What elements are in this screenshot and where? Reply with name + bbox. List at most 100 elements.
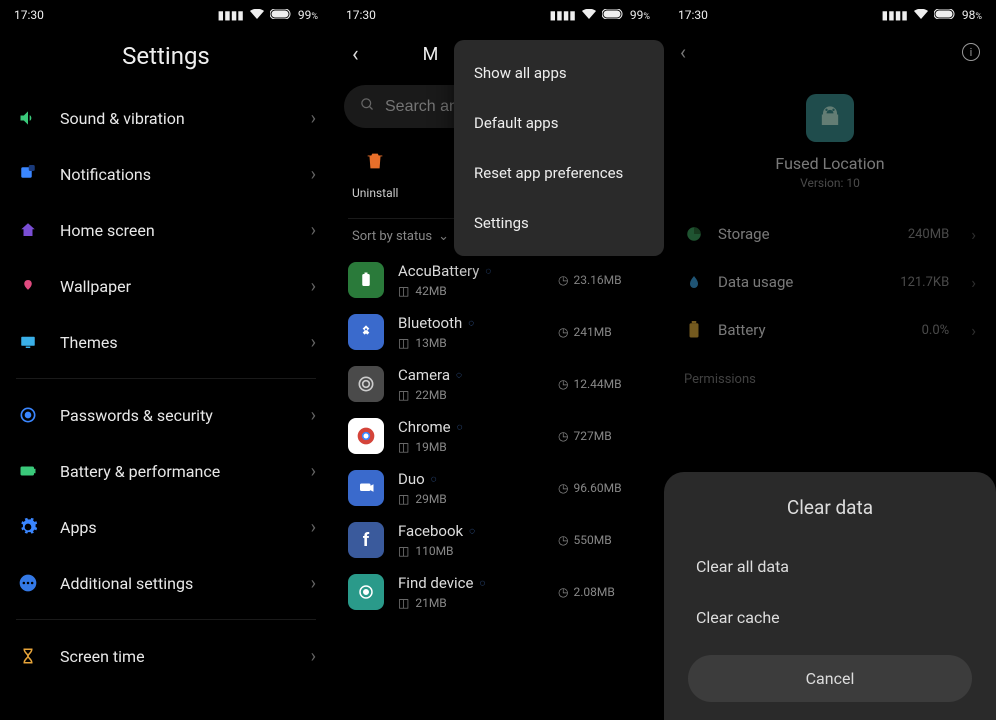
- chevron-right-icon: ›: [311, 220, 316, 241]
- status-bar: 17:30 ▮▮▮▮ 98%: [664, 0, 996, 30]
- app-row[interactable]: Find device ◌ ◫ 21MB ◷ 2.08MB: [332, 566, 664, 618]
- menu-reset-prefs[interactable]: Reset app preferences: [454, 148, 664, 198]
- app-storage: 22MB: [415, 388, 446, 402]
- search-icon: [360, 97, 375, 116]
- clear-data-sheet: Clear data Clear all data Clear cache Ca…: [664, 472, 996, 720]
- app-time: 727MB: [573, 429, 611, 443]
- settings-item-home[interactable]: Home screen ›: [0, 202, 332, 258]
- settings-item-label: Additional settings: [60, 574, 311, 593]
- settings-item-wallpaper[interactable]: Wallpaper ›: [0, 258, 332, 314]
- home-icon: [16, 218, 40, 242]
- clear-cache-button[interactable]: Clear cache: [688, 592, 972, 643]
- app-icon: [348, 262, 384, 298]
- clock-icon: ◷: [558, 325, 568, 339]
- app-time: 550MB: [573, 533, 611, 547]
- clock: 17:30: [14, 8, 44, 22]
- settings-item-themes[interactable]: Themes ›: [0, 314, 332, 370]
- clock-icon: ◷: [558, 481, 568, 495]
- settings-item-label: Passwords & security: [60, 406, 311, 425]
- storage-icon: ◫: [398, 336, 409, 350]
- divider: [16, 378, 316, 379]
- clock-icon: ◷: [558, 273, 568, 287]
- menu-settings[interactable]: Settings: [454, 198, 664, 248]
- notification-icon: [16, 162, 40, 186]
- settings-item-apps[interactable]: Apps ›: [0, 499, 332, 555]
- clock-icon: ◷: [558, 533, 568, 547]
- hourglass-icon: [16, 644, 40, 668]
- loading-icon: ◌: [479, 578, 485, 589]
- chevron-right-icon: ›: [311, 164, 316, 185]
- app-time: 241MB: [573, 325, 611, 339]
- app-time: 96.60MB: [573, 481, 621, 495]
- storage-icon: ◫: [398, 596, 409, 610]
- battery-small-icon: [684, 320, 704, 340]
- app-list: AccuBattery ◌ ◫ 42MB ◷ 23.16MB Bluetooth: [332, 254, 664, 618]
- menu-default-apps[interactable]: Default apps: [454, 98, 664, 148]
- app-row[interactable]: AccuBattery ◌ ◫ 42MB ◷ 23.16MB: [332, 254, 664, 306]
- app-storage: 21MB: [415, 596, 446, 610]
- app-row[interactable]: Bluetooth ◌ ◫ 13MB ◷ 241MB: [332, 306, 664, 358]
- battery-icon: [16, 459, 40, 483]
- app-row[interactable]: Chrome ◌ ◫ 19MB ◷ 727MB: [332, 410, 664, 462]
- app-row[interactable]: Camera ◌ ◫ 22MB ◷ 12.44MB: [332, 358, 664, 410]
- settings-item-label: Wallpaper: [60, 277, 311, 296]
- menu-show-all-apps[interactable]: Show all apps: [454, 48, 664, 98]
- wallpaper-icon: [16, 274, 40, 298]
- manage-apps-panel: 17:30 ▮▮▮▮ 99% ‹ M Uninstall: [332, 0, 664, 720]
- app-row[interactable]: f Facebook ◌ ◫ 110MB ◷ 550MB: [332, 514, 664, 566]
- chevron-down-icon: ⌄: [438, 229, 449, 244]
- app-name: Bluetooth: [398, 314, 462, 332]
- app-name: Chrome: [398, 418, 451, 436]
- settings-item-additional[interactable]: Additional settings ›: [0, 555, 332, 611]
- settings-item-sound[interactable]: Sound & vibration ›: [0, 90, 332, 146]
- row-value: 240MB: [908, 227, 949, 242]
- app-version: Version: 10: [800, 176, 860, 190]
- loading-icon: ◌: [457, 422, 463, 433]
- settings-list: Sound & vibration › Notifications › Home…: [0, 90, 332, 684]
- row-data-usage[interactable]: Data usage 121.7KB ›: [664, 258, 996, 306]
- cancel-button[interactable]: Cancel: [688, 655, 972, 702]
- settings-item-screentime[interactable]: Screen time ›: [0, 628, 332, 684]
- row-label: Storage: [718, 225, 894, 243]
- storage-icon: ◫: [398, 284, 409, 298]
- clear-all-data-button[interactable]: Clear all data: [688, 541, 972, 592]
- app-icon: [348, 366, 384, 402]
- signal-icon: ▮▮▮▮: [881, 8, 907, 22]
- chevron-right-icon: ›: [311, 276, 316, 297]
- storage-icon: ◫: [398, 544, 409, 558]
- clock-icon: ◷: [558, 429, 568, 443]
- settings-item-battery[interactable]: Battery & performance ›: [0, 443, 332, 499]
- settings-item-notifications[interactable]: Notifications ›: [0, 146, 332, 202]
- sort-label: Sort by status: [352, 229, 432, 244]
- row-battery[interactable]: Battery 0.0% ›: [664, 306, 996, 354]
- settings-item-label: Sound & vibration: [60, 109, 311, 128]
- row-storage[interactable]: Storage 240MB ›: [664, 210, 996, 258]
- chevron-right-icon: ›: [311, 405, 316, 426]
- chevron-right-icon: ›: [311, 108, 316, 129]
- back-button[interactable]: ‹: [344, 38, 367, 71]
- uninstall-button[interactable]: Uninstall: [352, 150, 398, 200]
- settings-item-security[interactable]: Passwords & security ›: [0, 387, 332, 443]
- chevron-right-icon: ›: [311, 461, 316, 482]
- page-title-partial: M: [423, 44, 439, 65]
- app-name: Duo: [398, 470, 425, 488]
- app-storage: 110MB: [415, 544, 453, 558]
- app-icon: [348, 470, 384, 506]
- chevron-right-icon: ›: [971, 225, 976, 244]
- battery-pct: 98%: [962, 8, 982, 22]
- app-storage: 19MB: [415, 440, 446, 454]
- back-button[interactable]: ‹: [680, 40, 686, 64]
- app-row[interactable]: Duo ◌ ◫ 29MB ◷ 96.60MB: [332, 462, 664, 514]
- overflow-menu: Show all apps Default apps Reset app pre…: [454, 40, 664, 256]
- settings-item-label: Themes: [60, 333, 311, 352]
- chevron-right-icon: ›: [971, 273, 976, 292]
- wifi-icon: [582, 8, 596, 22]
- settings-item-label: Notifications: [60, 165, 311, 184]
- data-icon: [684, 272, 704, 292]
- settings-item-label: Battery & performance: [60, 462, 311, 481]
- app-name: Fused Location: [775, 154, 884, 173]
- info-icon[interactable]: i: [962, 43, 980, 61]
- sheet-title: Clear data: [688, 496, 972, 519]
- app-icon: [348, 418, 384, 454]
- row-label: Battery: [718, 321, 908, 339]
